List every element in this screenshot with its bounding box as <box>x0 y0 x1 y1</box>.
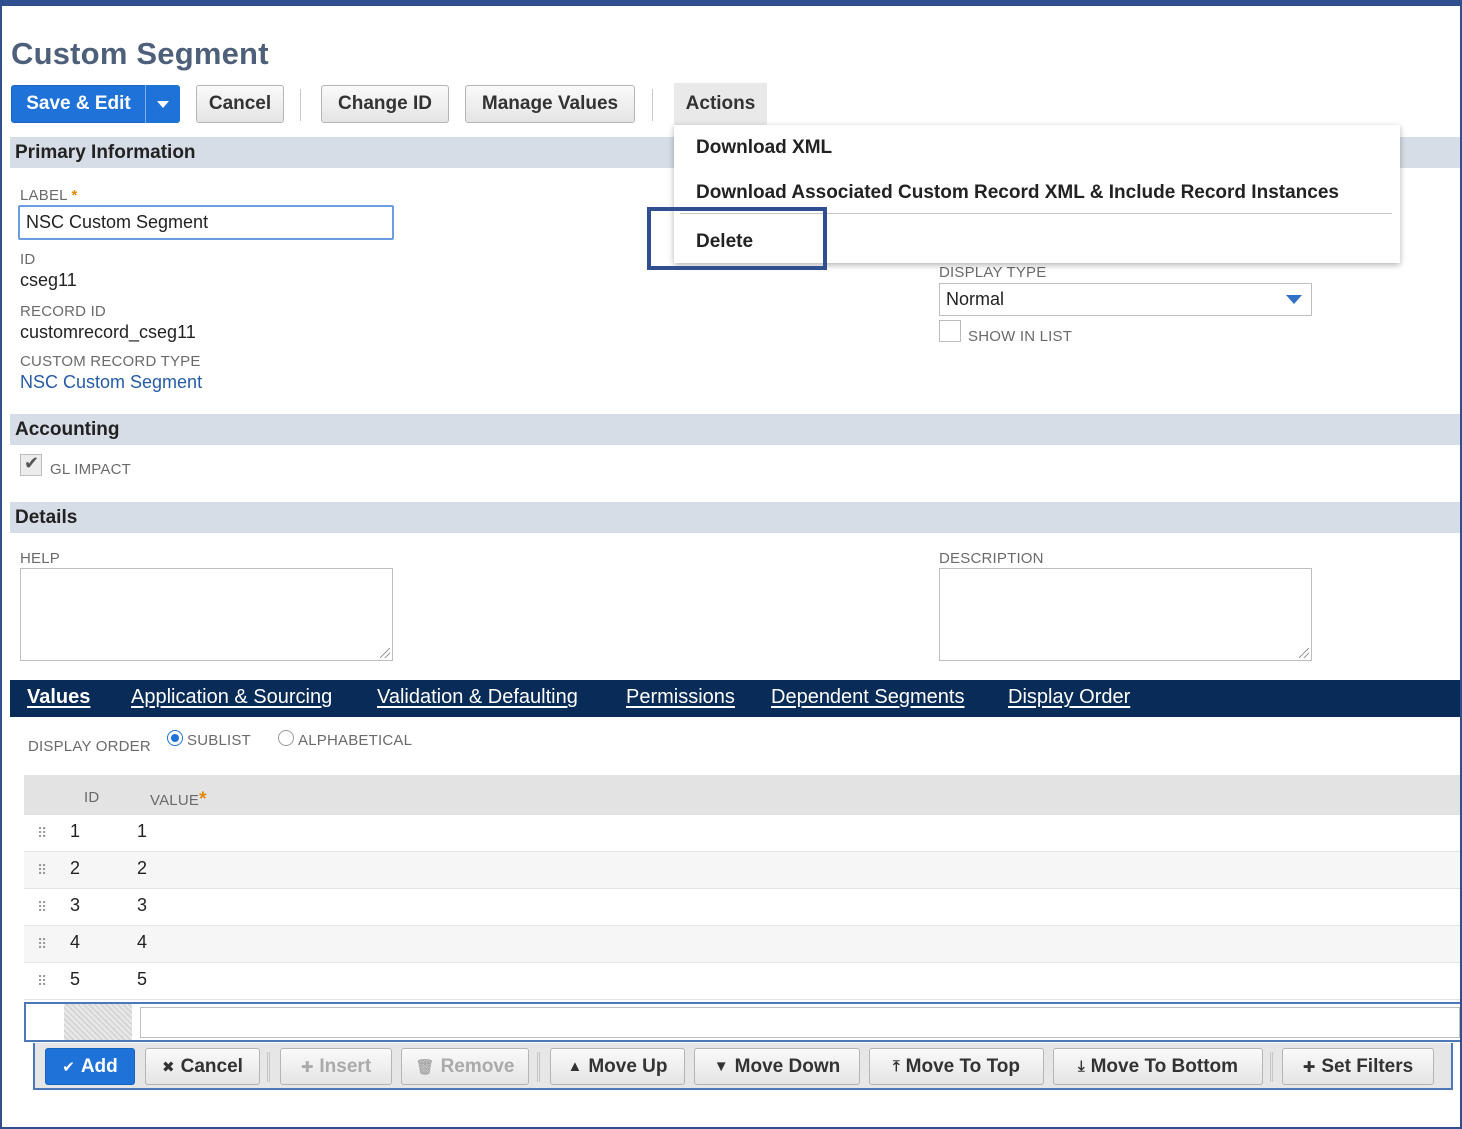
display-order-label: DISPLAY ORDER <box>28 738 151 755</box>
tab-application-sourcing[interactable]: Application & Sourcing <box>131 686 332 709</box>
move-down-button[interactable]: ▼ Move Down <box>694 1048 860 1085</box>
move-up-button[interactable]: ▲ Move Up <box>550 1048 685 1085</box>
label-input[interactable] <box>18 205 394 240</box>
help-label: HELP <box>20 550 60 567</box>
row-id: 4 <box>70 932 81 952</box>
move-top-icon: ⤒ <box>893 1058 900 1075</box>
drag-handle-icon[interactable]: ⠿ <box>37 973 47 990</box>
checkmark-icon: ✔ <box>62 1058 75 1076</box>
tab-permissions[interactable]: Permissions <box>626 686 735 709</box>
radio-alphabetical-label: ALPHABETICAL <box>298 732 413 749</box>
tab-values[interactable]: Values <box>27 686 90 709</box>
radio-sublist-label: SUBLIST <box>187 732 251 749</box>
button-separator <box>537 1052 540 1082</box>
tab-validation-defaulting[interactable]: Validation & Defaulting <box>377 686 578 709</box>
row-value: 3 <box>137 895 148 915</box>
chevron-down-icon <box>1286 295 1302 304</box>
show-in-list-checkbox[interactable] <box>939 320 961 342</box>
display-type-value: Normal <box>946 289 1005 309</box>
row-id: 1 <box>70 821 81 841</box>
insert-button[interactable]: ✚ Insert <box>280 1048 392 1085</box>
move-to-top-button[interactable]: ⤒ Move To Top <box>869 1048 1044 1085</box>
move-bottom-icon: ⤓ <box>1077 1058 1085 1075</box>
row-id: 3 <box>70 895 81 915</box>
row-value: 5 <box>137 969 148 989</box>
label-field-label: LABEL * <box>20 187 78 204</box>
drag-handle-icon[interactable]: ⠿ <box>37 825 47 842</box>
page-title: Custom Segment <box>11 36 269 71</box>
plus-icon: ✚ <box>1302 1058 1316 1076</box>
show-in-list-label: SHOW IN LIST <box>968 328 1073 345</box>
display-type-select[interactable]: Normal <box>939 283 1312 316</box>
radio-alphabetical[interactable] <box>278 730 294 746</box>
menu-item-download-xml[interactable]: Download XML <box>696 137 832 159</box>
plus-icon: ✚ <box>300 1058 314 1076</box>
gl-impact-label: GL IMPACT <box>50 461 131 478</box>
button-separator <box>1270 1052 1273 1082</box>
id-cell-readonly <box>64 1004 132 1040</box>
section-details: Details <box>10 502 1460 533</box>
id-label: ID <box>20 251 36 268</box>
row-value: 4 <box>137 932 148 952</box>
help-textarea[interactable] <box>20 568 393 661</box>
table-row[interactable]: ⠿ 5 5 <box>24 963 1460 1000</box>
cancel-button[interactable]: Cancel <box>196 85 284 123</box>
sublist-edit-row <box>24 1002 1460 1042</box>
set-filters-button[interactable]: ✚ Set Filters <box>1282 1048 1434 1085</box>
toolbar-separator <box>652 89 653 121</box>
description-textarea[interactable] <box>939 568 1312 661</box>
manage-values-button[interactable]: Manage Values <box>465 85 635 123</box>
move-to-bottom-button[interactable]: ⤓ Move To Bottom <box>1053 1048 1263 1085</box>
record-id-value: customrecord_cseg11 <box>20 322 196 342</box>
custom-record-type-link[interactable]: NSC Custom Segment <box>20 372 202 393</box>
column-header-id[interactable]: ID <box>84 789 99 806</box>
id-value: cseg11 <box>20 270 77 290</box>
section-accounting: Accounting <box>10 414 1460 445</box>
row-value: 1 <box>137 821 148 841</box>
trash-icon: 🗑 <box>415 1058 435 1076</box>
required-icon: * <box>199 789 207 810</box>
table-row[interactable]: ⠿ 3 3 <box>24 889 1460 926</box>
table-row[interactable]: ⠿ 2 2 <box>24 852 1460 889</box>
table-row[interactable]: ⠿ 4 4 <box>24 926 1460 963</box>
save-options-dropdown[interactable] <box>145 85 180 123</box>
tab-display-order[interactable]: Display Order <box>1008 686 1130 709</box>
button-separator <box>267 1052 270 1082</box>
value-cell-input[interactable] <box>140 1007 1460 1038</box>
gl-impact-checkbox[interactable] <box>20 453 42 476</box>
delete-highlight-box <box>647 207 827 270</box>
sublist-cancel-button[interactable]: ✖ Cancel <box>145 1048 260 1085</box>
display-type-label: DISPLAY TYPE <box>939 264 1047 281</box>
column-header-value[interactable]: VALUE* <box>150 789 207 811</box>
sublist-header: ID VALUE* <box>24 775 1460 815</box>
subtab-bar: Values Application & Sourcing Validation… <box>10 680 1460 717</box>
chevron-down-icon <box>157 100 169 108</box>
add-button[interactable]: ✔ Add <box>45 1048 135 1085</box>
radio-sublist[interactable] <box>167 730 183 746</box>
row-value: 2 <box>137 858 148 878</box>
actions-button[interactable]: Actions <box>674 83 767 125</box>
row-id: 5 <box>70 969 81 989</box>
description-label: DESCRIPTION <box>939 550 1044 567</box>
toolbar-separator <box>300 89 301 121</box>
row-id: 2 <box>70 858 81 878</box>
arrow-down-icon: ▼ <box>713 1058 729 1075</box>
arrow-up-icon: ▲ <box>567 1058 583 1075</box>
close-icon: ✖ <box>162 1058 175 1076</box>
tab-dependent-segments[interactable]: Dependent Segments <box>771 686 964 709</box>
required-icon: * <box>71 187 78 204</box>
custom-record-type-label: CUSTOM RECORD TYPE <box>20 353 201 370</box>
menu-item-download-associated-xml[interactable]: Download Associated Custom Record XML & … <box>696 182 1339 204</box>
table-row[interactable]: ⠿ 1 1 <box>24 815 1460 852</box>
drag-handle-icon[interactable]: ⠿ <box>37 899 47 916</box>
change-id-button[interactable]: Change ID <box>321 85 449 123</box>
save-edit-button[interactable]: Save & Edit <box>11 85 146 123</box>
record-id-label: RECORD ID <box>20 303 106 320</box>
drag-handle-icon[interactable]: ⠿ <box>37 936 47 953</box>
remove-button[interactable]: 🗑 Remove <box>401 1048 529 1085</box>
drag-handle-icon[interactable]: ⠿ <box>37 862 47 879</box>
